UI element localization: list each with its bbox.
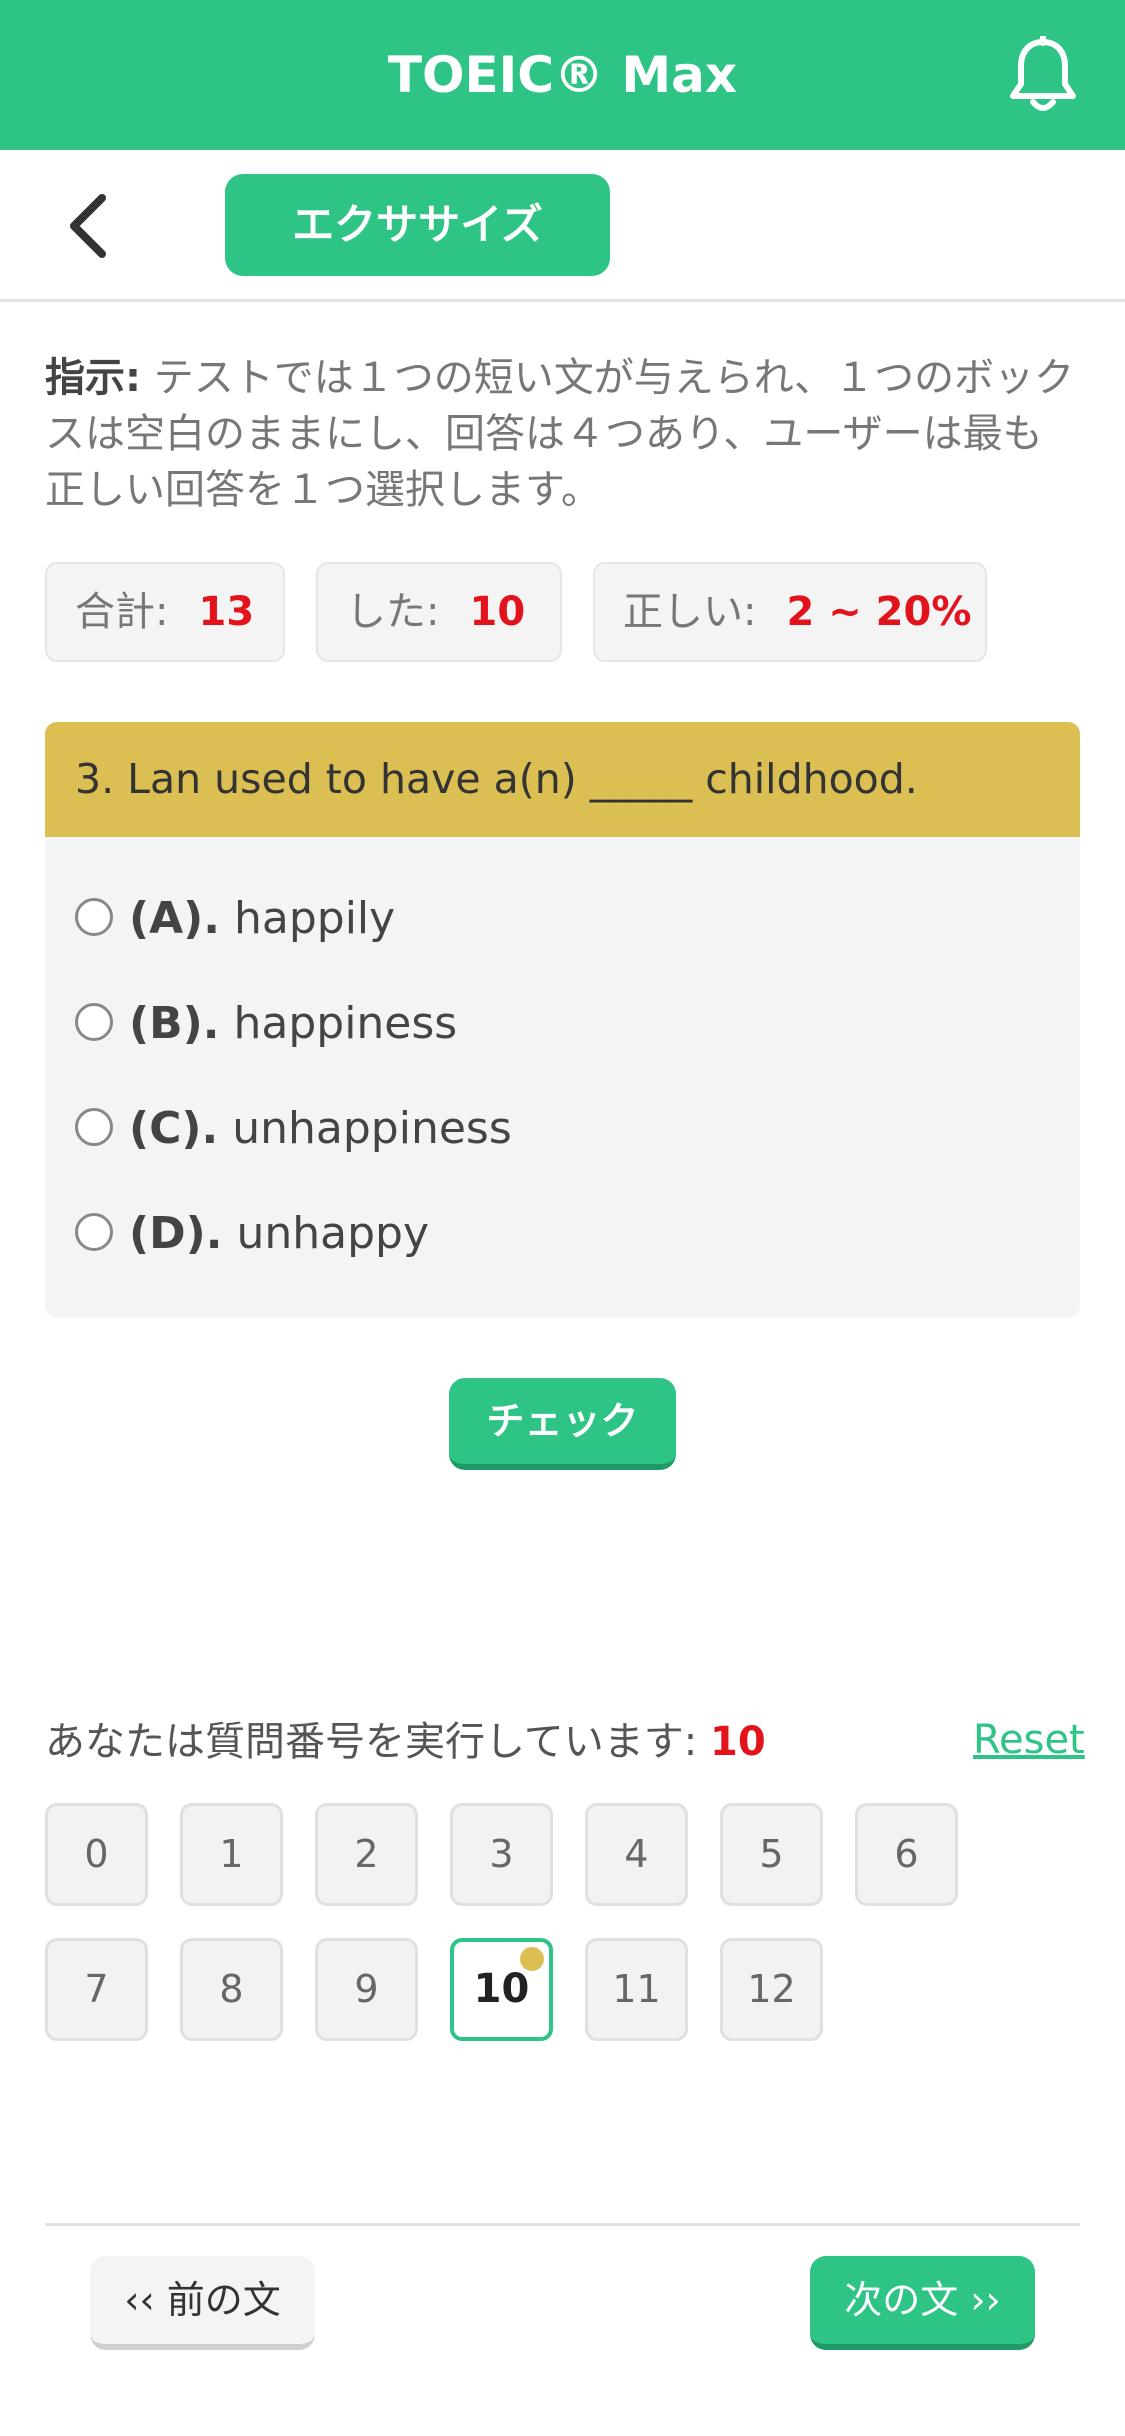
current-question-indicator: あなたは質問番号を実行しています: 10 xyxy=(45,1712,766,1772)
question-number[interactable]: 3 xyxy=(450,1803,553,1906)
question-number[interactable]: 12 xyxy=(720,1938,823,2041)
current-question-value: 10 xyxy=(710,1719,766,1765)
previous-sentence-button[interactable]: ‹‹ 前の文 xyxy=(90,2256,315,2350)
stat-correct-value: 2 ~ 20% xyxy=(786,589,972,635)
radio-button[interactable] xyxy=(75,1003,113,1041)
instructions-text: テストでは１つの短い文が与えられ、１つのボックスは空白のままにし、回答は４つあり… xyxy=(45,355,1075,513)
question-number[interactable]: 11 xyxy=(585,1938,688,2041)
option-a[interactable]: (A). happily xyxy=(75,884,395,954)
question-number[interactable]: 9 xyxy=(315,1938,418,2041)
question-number[interactable]: 2 xyxy=(315,1803,418,1906)
exercise-tab[interactable]: エクササイズ xyxy=(225,174,610,276)
stat-done-value: 10 xyxy=(469,589,526,635)
bell-icon[interactable] xyxy=(1005,36,1081,116)
question-number[interactable]: 0 xyxy=(45,1803,148,1906)
chevron-left-icon[interactable] xyxy=(56,188,120,264)
option-d[interactable]: (D). unhappy xyxy=(75,1199,429,1269)
stat-done-label: した: xyxy=(346,589,440,635)
option-c[interactable]: (C). unhappiness xyxy=(75,1094,512,1164)
sub-navigation-bar: エクササイズ xyxy=(0,150,1125,302)
question-card: 3. Lan used to have a(n) _____ childhood… xyxy=(45,722,1080,1318)
option-key: (C). xyxy=(129,1103,219,1154)
next-sentence-button[interactable]: 次の文 ›› xyxy=(810,2256,1035,2350)
question-number[interactable]: 4 xyxy=(585,1803,688,1906)
option-text: happily xyxy=(234,893,396,944)
reset-link[interactable]: Reset xyxy=(973,1710,1085,1770)
question-number[interactable]: 6 xyxy=(855,1803,958,1906)
question-number-current[interactable]: 10 xyxy=(450,1938,553,2041)
divider xyxy=(45,2223,1080,2226)
instructions: 指示: テストでは１つの短い文が与えられ、１つのボックスは空白のままにし、回答は… xyxy=(45,350,1080,518)
stat-done: した: 10 xyxy=(316,562,562,662)
option-text: happiness xyxy=(233,998,458,1049)
question-number[interactable]: 8 xyxy=(180,1938,283,2041)
check-button[interactable]: チェック xyxy=(449,1378,676,1470)
radio-button[interactable] xyxy=(75,898,113,936)
option-key: (B). xyxy=(129,998,220,1049)
app-header: TOEIC® Max xyxy=(0,0,1125,150)
instructions-label: 指示: xyxy=(45,355,141,401)
stat-total-value: 13 xyxy=(198,589,255,635)
question-number[interactable]: 1 xyxy=(180,1803,283,1906)
option-text: unhappiness xyxy=(232,1103,512,1154)
radio-button[interactable] xyxy=(75,1108,113,1146)
option-key: (A). xyxy=(129,893,220,944)
stat-correct: 正しい: 2 ~ 20% xyxy=(593,562,987,662)
question-number[interactable]: 5 xyxy=(720,1803,823,1906)
current-marker-dot xyxy=(520,1947,544,1971)
option-key: (D). xyxy=(129,1208,223,1259)
radio-button[interactable] xyxy=(75,1213,113,1251)
question-number-label: 10 xyxy=(473,1966,530,2012)
stat-correct-label: 正しい: xyxy=(623,589,757,635)
stat-total: 合計: 13 xyxy=(45,562,285,662)
question-number[interactable]: 7 xyxy=(45,1938,148,2041)
current-question-label: あなたは質問番号を実行しています: xyxy=(45,1719,698,1765)
stat-total-label: 合計: xyxy=(75,589,169,635)
question-text: 3. Lan used to have a(n) _____ childhood… xyxy=(45,722,1080,837)
option-b[interactable]: (B). happiness xyxy=(75,989,457,1059)
option-text: unhappy xyxy=(236,1208,429,1259)
app-title: TOEIC® Max xyxy=(387,46,738,104)
